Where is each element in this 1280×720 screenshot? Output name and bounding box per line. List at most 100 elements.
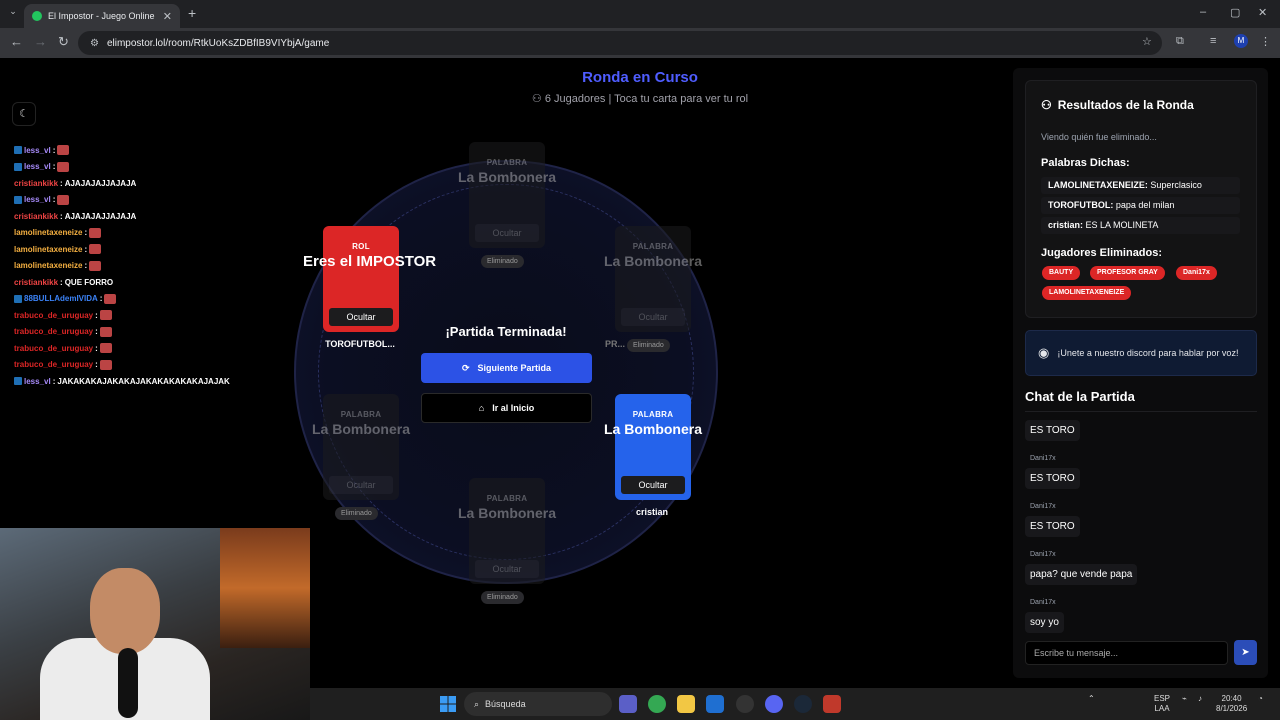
menu-dots-icon[interactable]: ⋮ xyxy=(1260,35,1271,48)
stream-chat-user: less_vl xyxy=(24,376,51,386)
hide-card-button[interactable]: Ocultar xyxy=(621,308,685,326)
close-window-icon[interactable]: ✕ xyxy=(1258,6,1267,19)
hide-card-button[interactable]: Ocultar xyxy=(475,560,539,578)
extensions-icon[interactable]: ⧉ xyxy=(1176,35,1184,48)
new-tab-icon[interactable]: + xyxy=(188,5,196,21)
minimize-icon[interactable]: – xyxy=(1200,6,1206,18)
send-message-button[interactable]: ➤ xyxy=(1234,640,1257,665)
stream-chat-line: trabuco_de_uruguay: xyxy=(14,340,304,357)
chat-message: ES TORO xyxy=(1025,420,1080,441)
eliminated-badge: Eliminado xyxy=(481,255,524,268)
discord-banner[interactable]: ◉ ¡Unete a nuestro discord para hablar p… xyxy=(1025,330,1257,376)
card-label: PALABRA xyxy=(340,410,382,419)
back-icon[interactable]: ← xyxy=(10,34,23,49)
tray-chevron-icon[interactable]: ⌃ xyxy=(1088,694,1095,704)
tab-search-icon[interactable]: ⌄ xyxy=(6,6,20,20)
browser-tab[interactable]: El Impostor - Juego Online pa ✕ xyxy=(24,4,180,28)
player-card-self[interactable]: PALABRA La Bombonera Ocultar xyxy=(604,394,702,500)
stream-chat-user: less_vl xyxy=(24,145,51,155)
file-explorer-icon[interactable] xyxy=(677,695,695,713)
chat-colon: : xyxy=(95,360,98,370)
media-icon[interactable]: ≡ xyxy=(1210,35,1216,47)
clock-time: 20:40 xyxy=(1221,694,1242,703)
chat-colon: : xyxy=(52,162,56,172)
next-game-button[interactable]: ⟳ Siguiente Partida xyxy=(421,353,592,383)
volume-icon[interactable]: ♪ xyxy=(1198,694,1202,704)
chat-emote-icon xyxy=(99,343,112,354)
eliminated-player-badge: PROFESOR GRAY xyxy=(1090,266,1165,280)
taskbar-search[interactable]: ⌕ Búsqueda xyxy=(464,692,612,716)
chat-message-input[interactable] xyxy=(1025,641,1228,665)
chat-emote-icon xyxy=(99,326,112,337)
stream-chat-user: cristiankikk xyxy=(14,277,59,287)
player-card-left-bottom[interactable]: PALABRA La Bombonera Ocultar xyxy=(312,394,410,500)
url-text: elimpostor.lol/room/RtkUoKsZDBfIB9VIYbjA… xyxy=(106,37,330,49)
tab-strip: ⌄ El Impostor - Juego Online pa ✕ + – ▢ … xyxy=(0,0,1280,28)
stream-chat-line: less_vl: xyxy=(14,142,304,159)
player-card-top[interactable]: PALABRA La Bombonera Ocultar xyxy=(458,142,556,248)
chat-title: Chat de la Partida xyxy=(1025,389,1135,404)
user-icon: ⚇ xyxy=(1041,98,1052,112)
chat-colon: : xyxy=(52,195,56,205)
clock[interactable]: 20:40 8/1/2026 xyxy=(1216,694,1247,714)
store-app-icon[interactable] xyxy=(706,695,724,713)
chat-badge-icon xyxy=(14,294,22,303)
chat-message: ES TORO xyxy=(1025,468,1080,489)
words-header: Palabras Dichas: xyxy=(1041,157,1130,169)
chrome-app-icon[interactable] xyxy=(648,695,666,713)
forward-icon[interactable]: → xyxy=(34,34,47,49)
stream-chat-user: less_vl xyxy=(24,162,51,172)
close-tab-icon[interactable]: ✕ xyxy=(163,10,172,23)
reload-icon[interactable]: ↻ xyxy=(58,34,69,50)
stream-chat-line: trabuco_de_uruguay: xyxy=(14,324,304,341)
subtitle-text: 6 Jugadores | Toca tu carta para ver tu … xyxy=(544,93,749,105)
stream-chat-line: 88BULLAdemIVIDA: xyxy=(14,291,304,308)
stream-chat-line: less_vl: xyxy=(14,192,304,209)
chat-badge-icon xyxy=(14,162,22,171)
notifications-icon[interactable]: ◔ xyxy=(1258,694,1263,704)
player-card-bottom[interactable]: PALABRA La Bombonera Ocultar xyxy=(458,478,556,584)
chat-emote-icon xyxy=(57,194,70,205)
obs-app-icon[interactable] xyxy=(736,695,754,713)
site-info-icon[interactable]: ⚙ xyxy=(90,38,99,49)
hide-card-button[interactable]: Ocultar xyxy=(329,308,393,326)
discord-app-icon[interactable] xyxy=(765,695,783,713)
game-app-icon[interactable] xyxy=(823,695,841,713)
restore-icon[interactable]: ▢ xyxy=(1230,6,1240,19)
teams-app-icon[interactable] xyxy=(619,695,637,713)
bookmark-star-icon[interactable]: ☆ xyxy=(1142,35,1152,48)
stream-chat-user: trabuco_de_uruguay xyxy=(14,360,94,370)
chat-colon: : xyxy=(52,376,56,386)
hide-card-button[interactable]: Ocultar xyxy=(475,224,539,242)
discord-icon: ◉ xyxy=(1038,345,1050,360)
stream-chat-message: QUE FORRO xyxy=(64,277,114,287)
chat-colon: : xyxy=(95,327,98,337)
next-game-label: Siguiente Partida xyxy=(477,363,552,373)
eliminated-player-badge: Dani17x xyxy=(1176,266,1217,280)
go-home-button[interactable]: ⌂ Ir al Inicio xyxy=(421,393,592,423)
windows-start-icon[interactable] xyxy=(440,696,456,712)
word-row: LAMOLINETAXENEIZE: Superclasico xyxy=(1041,177,1240,194)
stream-chat-user: lamolinetaxeneize xyxy=(14,261,83,271)
chat-badge-icon xyxy=(14,377,22,386)
player-card-impostor[interactable]: ROL Eres el IMPOSTOR Ocultar xyxy=(303,226,436,332)
browser-chrome: ⌄ El Impostor - Juego Online pa ✕ + – ▢ … xyxy=(0,0,1280,58)
steam-app-icon[interactable] xyxy=(794,695,812,713)
language-indicator[interactable]: ESP LAA xyxy=(1154,694,1170,714)
stream-chat-message: AJAJAJAJJAJAJA xyxy=(64,211,137,221)
profile-avatar[interactable]: M xyxy=(1234,34,1248,48)
hide-card-button[interactable]: Ocultar xyxy=(329,476,393,494)
stream-chat-line: cristiankikk: AJAJAJAJJAJAJA xyxy=(14,208,304,225)
hide-card-button[interactable]: Ocultar xyxy=(621,476,685,494)
player-card-right-top[interactable]: PALABRA La Bombonera Ocultar xyxy=(604,226,702,332)
address-bar[interactable]: ⚙ elimpostor.lol/room/RtkUoKsZDBfIB9VIYb… xyxy=(78,31,1162,55)
stream-chat-message: AJAJAJAJJAJAJA xyxy=(64,178,137,188)
card-word: La Bombonera xyxy=(303,419,419,440)
impostor-text-value: Eres el IMPOSTOR xyxy=(303,253,437,270)
network-icon[interactable]: ⌁ xyxy=(1182,694,1187,704)
stream-chat-line: trabuco_de_uruguay: xyxy=(14,307,304,324)
theme-toggle-moon-icon[interactable]: ☾ xyxy=(12,102,36,126)
webcam-face xyxy=(90,568,160,654)
word-player: LAMOLINETAXENEIZE: xyxy=(1048,180,1148,190)
chat-colon: : xyxy=(52,145,56,155)
